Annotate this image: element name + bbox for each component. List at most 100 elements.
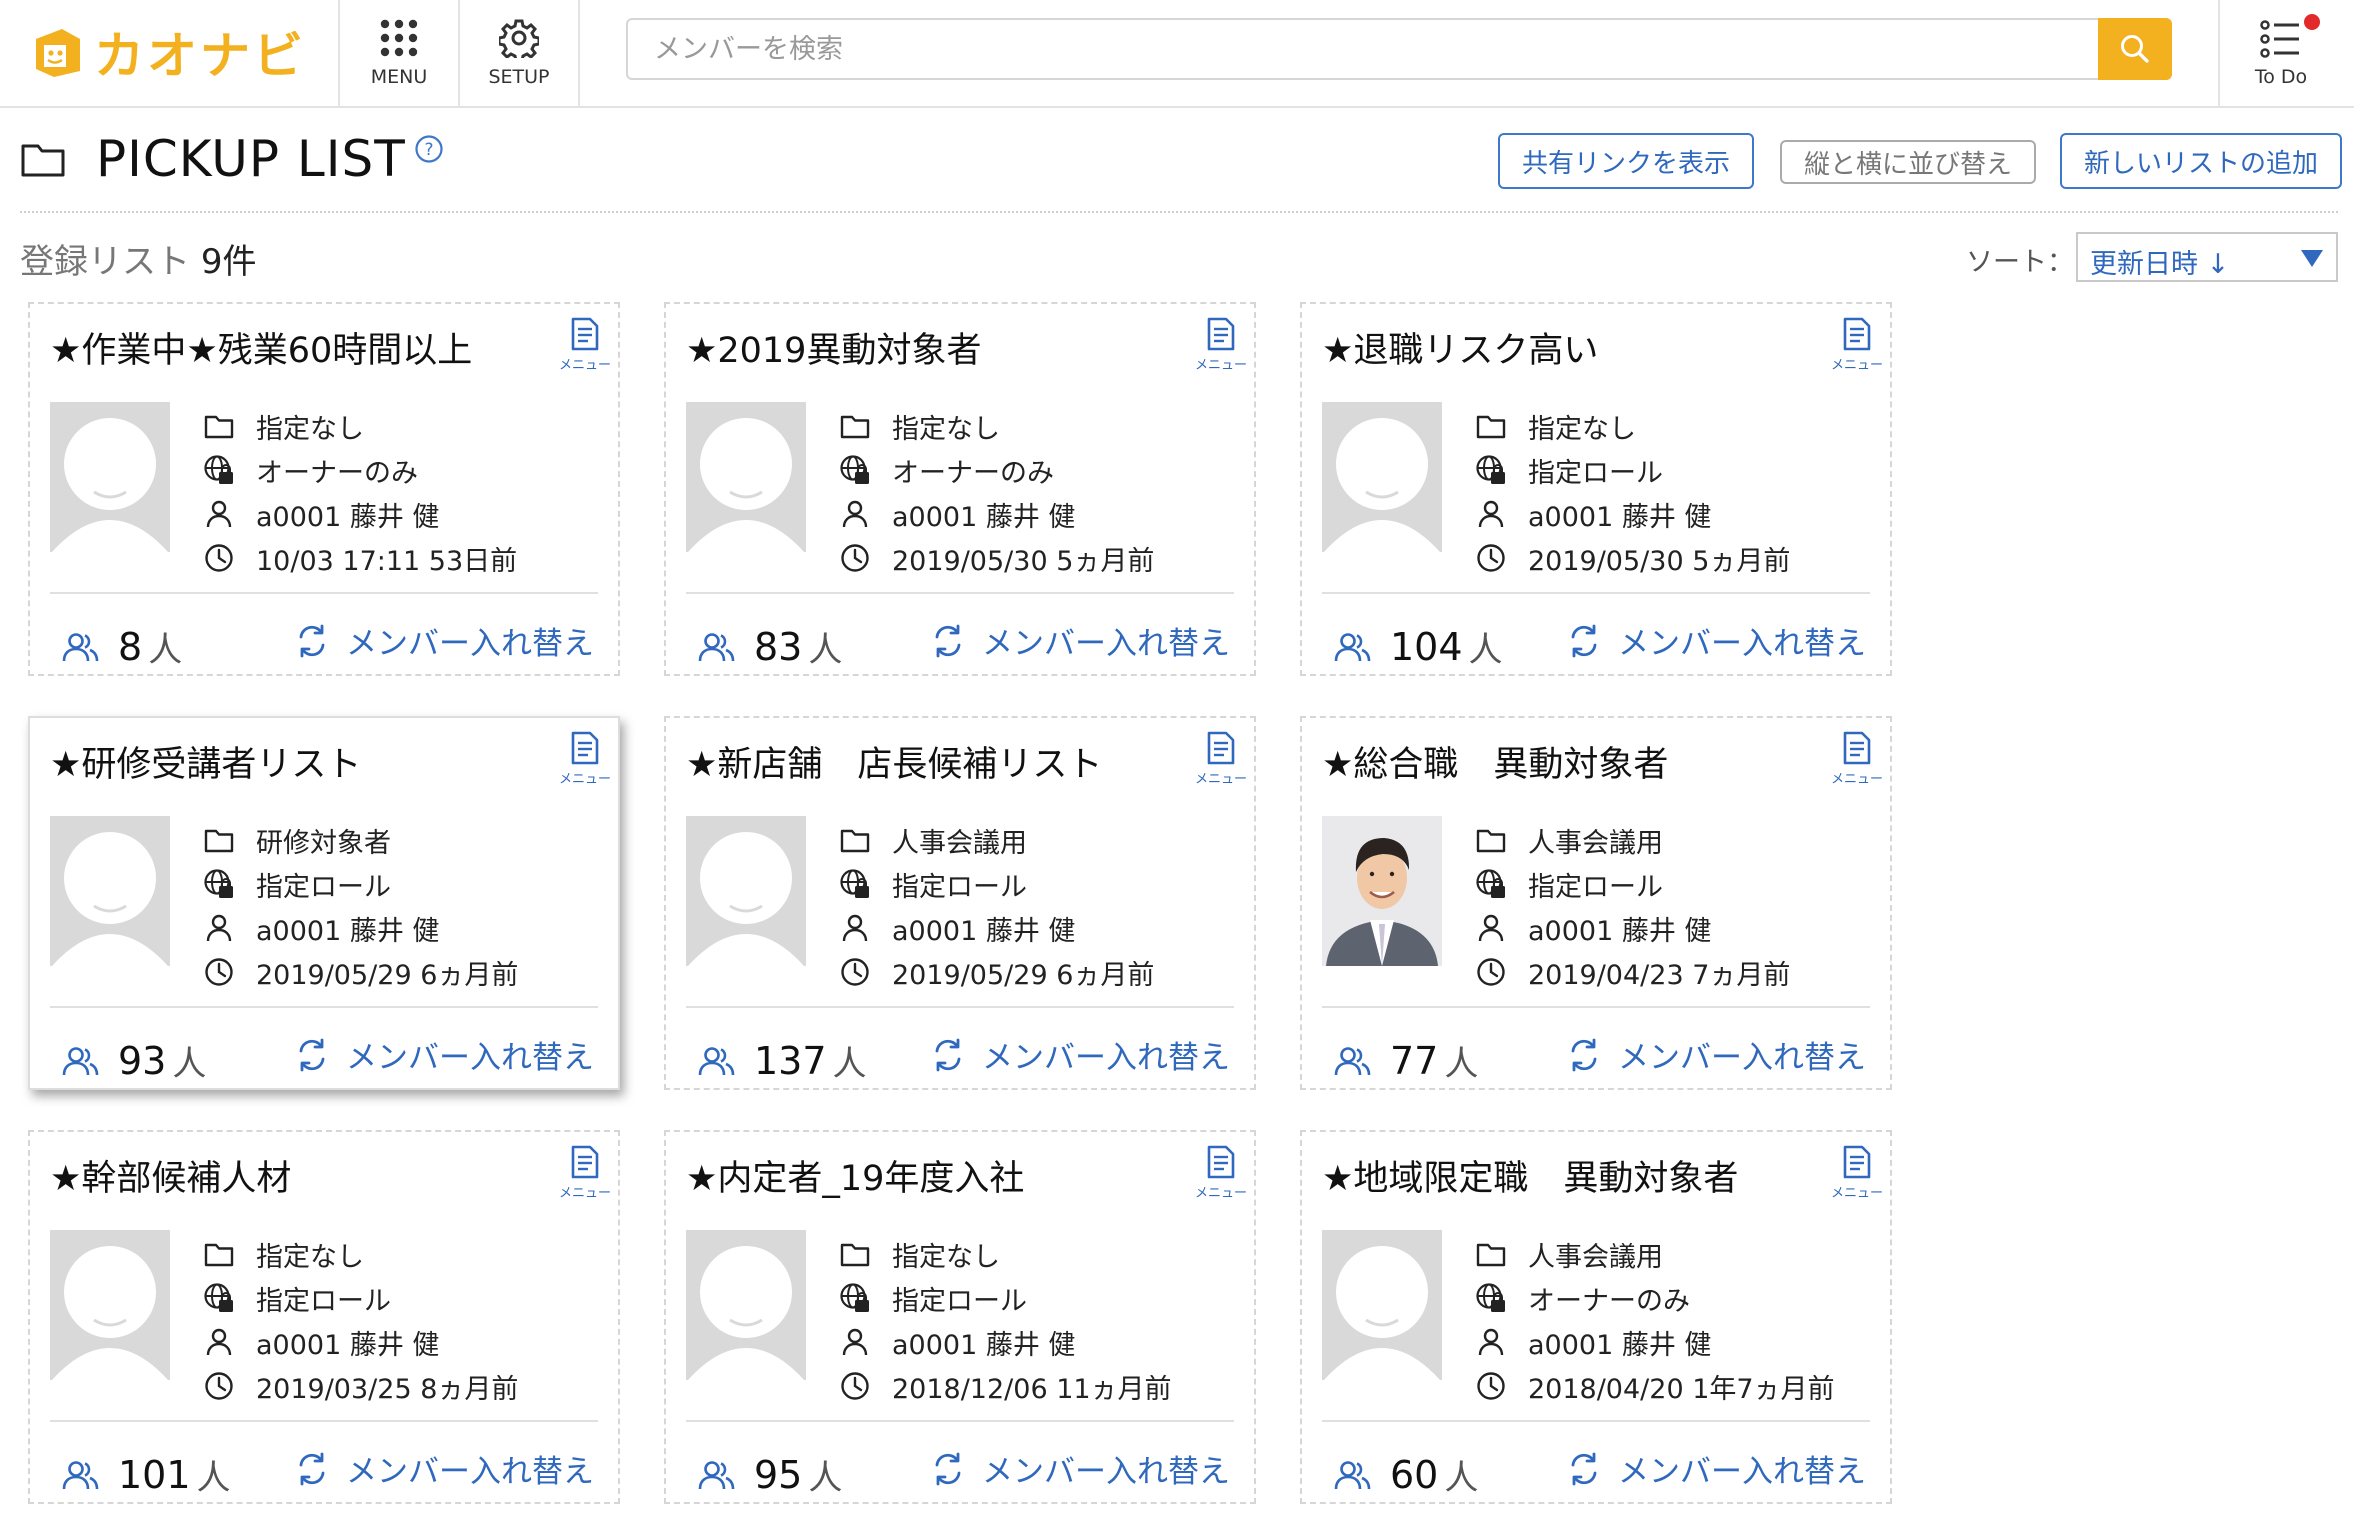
share-scope: オーナーのみ	[892, 457, 1054, 489]
member-count: 101 人	[62, 1450, 231, 1499]
card-divider	[686, 1006, 1234, 1008]
sort-value: 更新日時 ↓	[2090, 249, 2230, 280]
pickup-list-card[interactable]: ★内定者_19年度入社 メニュー 指定なし 指定ロール a0001 藤井 健 2…	[664, 1130, 1256, 1504]
avatar-placeholder-icon	[50, 816, 170, 966]
avatar-placeholder-icon	[1322, 1230, 1442, 1380]
pickup-list-card[interactable]: ★研修受講者リスト メニュー 研修対象者 指定ロール a0001 藤井 健 20…	[28, 716, 620, 1090]
folder-row: 指定なし	[1474, 404, 1874, 448]
kaonavi-logo[interactable]: カオナビ	[32, 16, 306, 88]
todo-button[interactable]: To Do	[2222, 0, 2340, 106]
swap-members-link[interactable]: メンバー入れ替え	[294, 618, 594, 663]
card-menu-button[interactable]: メニュー	[550, 730, 620, 796]
owner-name: a0001 藤井 健	[256, 915, 440, 947]
folder-name: 指定なし	[1528, 413, 1636, 445]
card-menu-button[interactable]: メニュー	[1822, 316, 1892, 382]
pickup-list-card[interactable]: ★退職リスク高い メニュー 指定なし 指定ロール a0001 藤井 健 2019…	[1300, 302, 1892, 676]
folder-icon	[204, 415, 234, 439]
pickup-list-card[interactable]: ★2019異動対象者 メニュー 指定なし オーナーのみ a0001 藤井 健 2…	[664, 302, 1256, 676]
page-title: PICKUP LIST	[96, 130, 406, 188]
document-icon	[1843, 1145, 1871, 1179]
share-scope: 指定ロール	[892, 871, 1027, 903]
header-divider	[578, 0, 580, 106]
card-menu-button[interactable]: メニュー	[1822, 1144, 1892, 1210]
members-icon	[1334, 1460, 1371, 1489]
sort-select[interactable]: 更新日時 ↓	[2076, 232, 2338, 282]
share-row: 指定ロール	[838, 1276, 1238, 1320]
card-menu-button[interactable]: メニュー	[550, 1144, 620, 1210]
card-title[interactable]: ★地域限定職 異動対象者	[1322, 1150, 1738, 1201]
folder-name: 指定なし	[256, 413, 364, 445]
swap-members-link[interactable]: メンバー入れ替え	[294, 1446, 594, 1491]
card-title[interactable]: ★幹部候補人材	[50, 1150, 291, 1201]
add-new-list-button[interactable]: 新しいリストの追加	[2060, 133, 2343, 189]
help-icon[interactable]: ?	[414, 134, 444, 164]
swap-arrows-icon	[299, 1452, 325, 1485]
pickup-list-card[interactable]: ★幹部候補人材 メニュー 指定なし 指定ロール a0001 藤井 健 2019/…	[28, 1130, 620, 1504]
date-row: 2019/05/30 5ヵ月前	[1474, 536, 1874, 580]
members-icon	[62, 632, 99, 661]
globe-lock-icon	[204, 869, 233, 898]
swap-members-link[interactable]: メンバー入れ替え	[930, 618, 1230, 663]
member-count: 60 人	[1334, 1450, 1478, 1499]
swap-members-link[interactable]: メンバー入れ替え	[1566, 1032, 1866, 1077]
swap-arrows-icon	[299, 1038, 325, 1071]
swap-members-link[interactable]: メンバー入れ替え	[1566, 1446, 1866, 1491]
share-scope: 指定ロール	[1528, 457, 1663, 489]
card-menu-button[interactable]: メニュー	[1186, 1144, 1256, 1210]
card-title[interactable]: ★総合職 異動対象者	[1322, 736, 1668, 787]
setup-button[interactable]: SETUP	[460, 0, 578, 106]
list-count: 登録リスト 9件	[20, 234, 256, 283]
avatar-placeholder-icon	[50, 402, 170, 552]
card-menu-button[interactable]: メニュー	[1822, 730, 1892, 796]
search-button[interactable]	[2098, 18, 2172, 80]
card-menu-label: メニュー	[558, 358, 611, 373]
date-row: 2019/03/25 8ヵ月前	[202, 1364, 602, 1408]
folder-icon	[1476, 415, 1506, 439]
avatar-placeholder-icon	[686, 1230, 806, 1380]
card-title[interactable]: ★研修受講者リスト	[50, 736, 361, 787]
avatar	[686, 816, 806, 966]
updated-date: 2019/05/30 5ヵ月前	[1528, 545, 1791, 577]
card-menu-label: メニュー	[1194, 358, 1247, 373]
card-title[interactable]: ★作業中★残業60時間以上	[50, 322, 472, 373]
member-count-value: 83	[754, 624, 803, 669]
share-scope: 指定ロール	[256, 871, 391, 903]
folder-icon	[204, 1243, 234, 1267]
owner-row: a0001 藤井 健	[1474, 1320, 1874, 1364]
swap-members-label: メンバー入れ替え	[346, 1040, 594, 1076]
pickup-list-card[interactable]: ★作業中★残業60時間以上 メニュー 指定なし オーナーのみ a0001 藤井 …	[28, 302, 620, 676]
card-title[interactable]: ★退職リスク高い	[1322, 322, 1598, 373]
members-icon	[62, 1046, 99, 1075]
swap-members-link[interactable]: メンバー入れ替え	[294, 1032, 594, 1077]
swap-members-label: メンバー入れ替え	[346, 1454, 594, 1490]
show-share-link-button[interactable]: 共有リンクを表示	[1498, 133, 1755, 189]
date-row: 2018/12/06 11ヵ月前	[838, 1364, 1238, 1408]
swap-members-link[interactable]: メンバー入れ替え	[1566, 618, 1866, 663]
avatar-placeholder-icon	[686, 402, 806, 552]
pickup-list-card[interactable]: ★総合職 異動対象者 メニュー 人事会議用 指定ロール a0001 藤井 健 2…	[1300, 716, 1892, 1090]
top-header: カオナビ MENU SETUP メンバーを検索 To Do	[0, 0, 2354, 108]
swap-members-link[interactable]: メンバー入れ替え	[930, 1032, 1230, 1077]
card-menu-button[interactable]: メニュー	[1186, 730, 1256, 796]
card-title[interactable]: ★2019異動対象者	[686, 322, 981, 373]
swap-members-link[interactable]: メンバー入れ替え	[930, 1446, 1230, 1491]
pickup-list-card[interactable]: ★新店舗 店長候補リスト メニュー 人事会議用 指定ロール a0001 藤井 健…	[664, 716, 1256, 1090]
document-icon	[571, 731, 599, 765]
card-title[interactable]: ★内定者_19年度入社	[686, 1150, 1024, 1201]
folder-name: 指定なし	[892, 1241, 1000, 1273]
menu-button[interactable]: MENU	[340, 0, 458, 106]
swap-axes-button[interactable]: 縦と横に並び替え	[1780, 140, 2037, 184]
pickup-list-card[interactable]: ★地域限定職 異動対象者 メニュー 人事会議用 オーナーのみ a0001 藤井 …	[1300, 1130, 1892, 1504]
card-menu-button[interactable]: メニュー	[550, 316, 620, 382]
folder-icon	[21, 144, 65, 177]
owner-row: a0001 藤井 健	[202, 492, 602, 536]
card-divider	[686, 592, 1234, 594]
search-input[interactable]	[628, 20, 2098, 78]
card-menu-button[interactable]: メニュー	[1186, 316, 1256, 382]
updated-date: 2019/04/23 7ヵ月前	[1528, 959, 1791, 991]
card-title[interactable]: ★新店舗 店長候補リスト	[686, 736, 1102, 787]
card-menu-label: メニュー	[1830, 1186, 1883, 1201]
clock-icon	[841, 1372, 869, 1400]
folder-row: 人事会議用	[1474, 1232, 1874, 1276]
owner-name: a0001 藤井 健	[892, 501, 1076, 533]
